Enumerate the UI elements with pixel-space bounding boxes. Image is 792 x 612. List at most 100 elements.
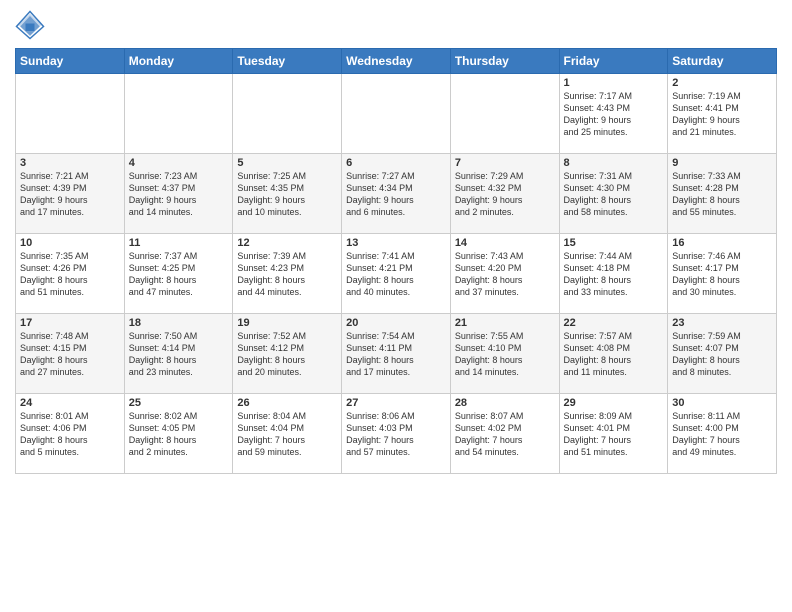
day-info: Sunrise: 7:31 AM Sunset: 4:30 PM Dayligh…	[564, 170, 664, 219]
header-sunday: Sunday	[16, 49, 125, 74]
day-cell: 21Sunrise: 7:55 AM Sunset: 4:10 PM Dayli…	[450, 314, 559, 394]
day-info: Sunrise: 8:11 AM Sunset: 4:00 PM Dayligh…	[672, 410, 772, 459]
day-number: 19	[237, 317, 337, 329]
day-number: 14	[455, 237, 555, 249]
day-cell	[233, 74, 342, 154]
day-cell: 11Sunrise: 7:37 AM Sunset: 4:25 PM Dayli…	[124, 234, 233, 314]
day-number: 18	[129, 317, 229, 329]
day-cell: 1Sunrise: 7:17 AM Sunset: 4:43 PM Daylig…	[559, 74, 668, 154]
day-number: 3	[20, 157, 120, 169]
day-info: Sunrise: 7:48 AM Sunset: 4:15 PM Dayligh…	[20, 330, 120, 379]
day-cell	[16, 74, 125, 154]
day-number: 13	[346, 237, 446, 249]
day-info: Sunrise: 7:25 AM Sunset: 4:35 PM Dayligh…	[237, 170, 337, 219]
day-number: 26	[237, 397, 337, 409]
day-cell: 17Sunrise: 7:48 AM Sunset: 4:15 PM Dayli…	[16, 314, 125, 394]
day-info: Sunrise: 7:52 AM Sunset: 4:12 PM Dayligh…	[237, 330, 337, 379]
day-cell: 20Sunrise: 7:54 AM Sunset: 4:11 PM Dayli…	[342, 314, 451, 394]
day-number: 22	[564, 317, 664, 329]
logo	[15, 10, 49, 40]
calendar-header-row: SundayMondayTuesdayWednesdayThursdayFrid…	[16, 49, 777, 74]
day-number: 16	[672, 237, 772, 249]
day-cell: 10Sunrise: 7:35 AM Sunset: 4:26 PM Dayli…	[16, 234, 125, 314]
day-info: Sunrise: 7:41 AM Sunset: 4:21 PM Dayligh…	[346, 250, 446, 299]
day-info: Sunrise: 7:59 AM Sunset: 4:07 PM Dayligh…	[672, 330, 772, 379]
day-cell: 29Sunrise: 8:09 AM Sunset: 4:01 PM Dayli…	[559, 394, 668, 474]
day-number: 12	[237, 237, 337, 249]
day-cell: 15Sunrise: 7:44 AM Sunset: 4:18 PM Dayli…	[559, 234, 668, 314]
day-number: 2	[672, 77, 772, 89]
day-info: Sunrise: 8:09 AM Sunset: 4:01 PM Dayligh…	[564, 410, 664, 459]
day-info: Sunrise: 7:44 AM Sunset: 4:18 PM Dayligh…	[564, 250, 664, 299]
day-cell: 12Sunrise: 7:39 AM Sunset: 4:23 PM Dayli…	[233, 234, 342, 314]
day-info: Sunrise: 7:37 AM Sunset: 4:25 PM Dayligh…	[129, 250, 229, 299]
day-info: Sunrise: 7:43 AM Sunset: 4:20 PM Dayligh…	[455, 250, 555, 299]
day-number: 20	[346, 317, 446, 329]
day-info: Sunrise: 7:39 AM Sunset: 4:23 PM Dayligh…	[237, 250, 337, 299]
day-cell: 9Sunrise: 7:33 AM Sunset: 4:28 PM Daylig…	[668, 154, 777, 234]
day-cell: 6Sunrise: 7:27 AM Sunset: 4:34 PM Daylig…	[342, 154, 451, 234]
day-info: Sunrise: 7:29 AM Sunset: 4:32 PM Dayligh…	[455, 170, 555, 219]
day-cell: 7Sunrise: 7:29 AM Sunset: 4:32 PM Daylig…	[450, 154, 559, 234]
day-cell: 27Sunrise: 8:06 AM Sunset: 4:03 PM Dayli…	[342, 394, 451, 474]
day-cell	[124, 74, 233, 154]
day-info: Sunrise: 8:06 AM Sunset: 4:03 PM Dayligh…	[346, 410, 446, 459]
day-number: 8	[564, 157, 664, 169]
day-info: Sunrise: 8:04 AM Sunset: 4:04 PM Dayligh…	[237, 410, 337, 459]
logo-icon	[15, 10, 45, 40]
day-number: 4	[129, 157, 229, 169]
day-cell: 19Sunrise: 7:52 AM Sunset: 4:12 PM Dayli…	[233, 314, 342, 394]
day-info: Sunrise: 7:19 AM Sunset: 4:41 PM Dayligh…	[672, 90, 772, 139]
day-number: 6	[346, 157, 446, 169]
day-number: 24	[20, 397, 120, 409]
day-cell: 4Sunrise: 7:23 AM Sunset: 4:37 PM Daylig…	[124, 154, 233, 234]
day-number: 28	[455, 397, 555, 409]
day-info: Sunrise: 7:54 AM Sunset: 4:11 PM Dayligh…	[346, 330, 446, 379]
week-row-0: 1Sunrise: 7:17 AM Sunset: 4:43 PM Daylig…	[16, 74, 777, 154]
header-tuesday: Tuesday	[233, 49, 342, 74]
day-number: 9	[672, 157, 772, 169]
day-number: 1	[564, 77, 664, 89]
day-info: Sunrise: 7:46 AM Sunset: 4:17 PM Dayligh…	[672, 250, 772, 299]
page-header	[15, 10, 777, 40]
day-number: 27	[346, 397, 446, 409]
week-row-1: 3Sunrise: 7:21 AM Sunset: 4:39 PM Daylig…	[16, 154, 777, 234]
day-number: 30	[672, 397, 772, 409]
day-cell: 18Sunrise: 7:50 AM Sunset: 4:14 PM Dayli…	[124, 314, 233, 394]
day-cell: 14Sunrise: 7:43 AM Sunset: 4:20 PM Dayli…	[450, 234, 559, 314]
day-info: Sunrise: 7:57 AM Sunset: 4:08 PM Dayligh…	[564, 330, 664, 379]
day-number: 5	[237, 157, 337, 169]
day-number: 11	[129, 237, 229, 249]
day-number: 10	[20, 237, 120, 249]
day-cell: 2Sunrise: 7:19 AM Sunset: 4:41 PM Daylig…	[668, 74, 777, 154]
day-cell: 22Sunrise: 7:57 AM Sunset: 4:08 PM Dayli…	[559, 314, 668, 394]
day-number: 23	[672, 317, 772, 329]
day-info: Sunrise: 7:27 AM Sunset: 4:34 PM Dayligh…	[346, 170, 446, 219]
day-cell	[342, 74, 451, 154]
day-info: Sunrise: 7:17 AM Sunset: 4:43 PM Dayligh…	[564, 90, 664, 139]
day-cell: 16Sunrise: 7:46 AM Sunset: 4:17 PM Dayli…	[668, 234, 777, 314]
day-info: Sunrise: 7:33 AM Sunset: 4:28 PM Dayligh…	[672, 170, 772, 219]
week-row-3: 17Sunrise: 7:48 AM Sunset: 4:15 PM Dayli…	[16, 314, 777, 394]
day-cell: 28Sunrise: 8:07 AM Sunset: 4:02 PM Dayli…	[450, 394, 559, 474]
day-info: Sunrise: 7:35 AM Sunset: 4:26 PM Dayligh…	[20, 250, 120, 299]
day-cell: 30Sunrise: 8:11 AM Sunset: 4:00 PM Dayli…	[668, 394, 777, 474]
day-cell: 8Sunrise: 7:31 AM Sunset: 4:30 PM Daylig…	[559, 154, 668, 234]
week-row-2: 10Sunrise: 7:35 AM Sunset: 4:26 PM Dayli…	[16, 234, 777, 314]
calendar-table: SundayMondayTuesdayWednesdayThursdayFrid…	[15, 48, 777, 474]
header-friday: Friday	[559, 49, 668, 74]
day-number: 25	[129, 397, 229, 409]
day-cell: 23Sunrise: 7:59 AM Sunset: 4:07 PM Dayli…	[668, 314, 777, 394]
day-info: Sunrise: 7:55 AM Sunset: 4:10 PM Dayligh…	[455, 330, 555, 379]
day-number: 17	[20, 317, 120, 329]
day-cell: 3Sunrise: 7:21 AM Sunset: 4:39 PM Daylig…	[16, 154, 125, 234]
day-cell	[450, 74, 559, 154]
header-thursday: Thursday	[450, 49, 559, 74]
day-cell: 13Sunrise: 7:41 AM Sunset: 4:21 PM Dayli…	[342, 234, 451, 314]
page-container: SundayMondayTuesdayWednesdayThursdayFrid…	[0, 0, 792, 484]
day-number: 29	[564, 397, 664, 409]
day-cell: 26Sunrise: 8:04 AM Sunset: 4:04 PM Dayli…	[233, 394, 342, 474]
day-info: Sunrise: 7:23 AM Sunset: 4:37 PM Dayligh…	[129, 170, 229, 219]
day-number: 15	[564, 237, 664, 249]
week-row-4: 24Sunrise: 8:01 AM Sunset: 4:06 PM Dayli…	[16, 394, 777, 474]
